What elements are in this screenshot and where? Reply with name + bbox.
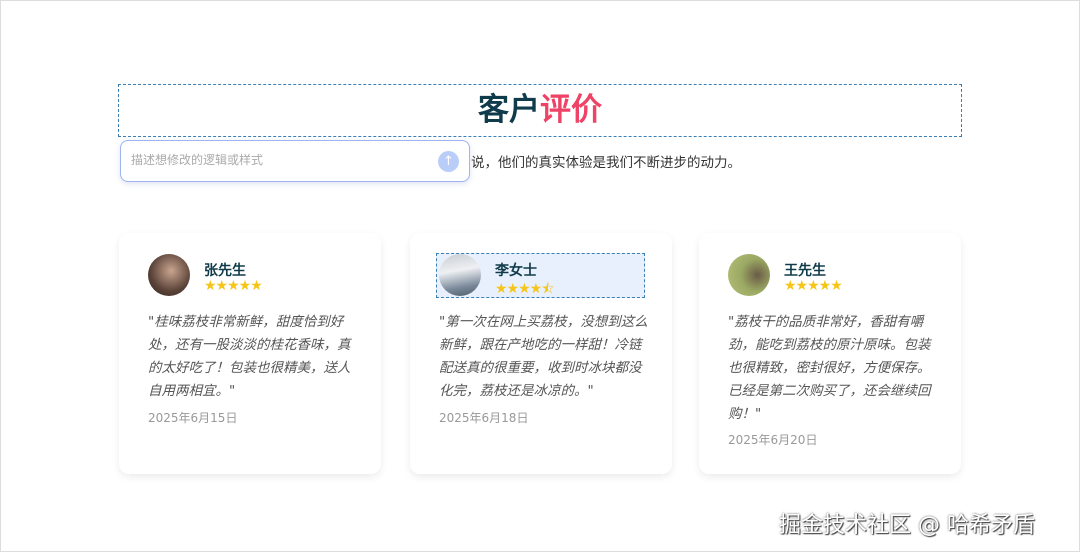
review-date: 2025年6月18日 <box>439 411 529 425</box>
reviewer-name: 李女士 <box>495 263 537 279</box>
star-rating: ★★★★★ <box>204 278 263 294</box>
section-title: 客户评价 <box>478 92 602 128</box>
watermark: 掘金技术社区 @ 哈希矛盾 <box>779 513 1035 538</box>
avatar <box>728 254 770 296</box>
reviewer-name: 张先生 <box>204 263 246 279</box>
review-date: 2025年6月20日 <box>728 433 818 447</box>
star-rating: ★★★★⯪ <box>495 281 554 297</box>
section-title-box[interactable]: 客户评价 <box>118 84 962 137</box>
avatar <box>148 254 190 296</box>
reviewer-name: 王先生 <box>784 263 826 279</box>
edit-prompt-input[interactable] <box>131 153 431 167</box>
review-text: "桂味荔枝非常新鲜，甜度恰到好处，还有一股淡淡的桂花香味，真的太好吃了！包装也很… <box>148 314 351 399</box>
review-text: "荔枝干的品质非常好，香甜有嚼劲，能吃到荔枝的原汁原味。包装也很精致，密封很好，… <box>728 314 931 422</box>
star-rating: ★★★★★ <box>784 278 843 294</box>
section-subtitle: 说，他们的真实体验是我们不断进步的动力。 <box>471 155 741 171</box>
send-arrow-icon[interactable]: ↑ <box>438 151 459 172</box>
review-card: 张先生 ★★★★★ "桂味荔枝非常新鲜，甜度恰到好处，还有一股淡淡的桂花香味，真… <box>119 233 381 474</box>
review-card: 王先生 ★★★★★ "荔枝干的品质非常好，香甜有嚼劲，能吃到荔枝的原汁原味。包装… <box>699 233 961 474</box>
review-date: 2025年6月15日 <box>148 411 238 425</box>
edit-prompt-box[interactable]: ↑ <box>120 140 470 182</box>
review-text: "第一次在网上买荔枝，没想到这么新鲜，跟在产地吃的一样甜！冷链配送真的很重要，收… <box>439 314 648 399</box>
review-card: 李女士 ★★★★⯪ "第一次在网上买荔枝，没想到这么新鲜，跟在产地吃的一样甜！冷… <box>410 233 672 474</box>
avatar <box>439 254 481 296</box>
